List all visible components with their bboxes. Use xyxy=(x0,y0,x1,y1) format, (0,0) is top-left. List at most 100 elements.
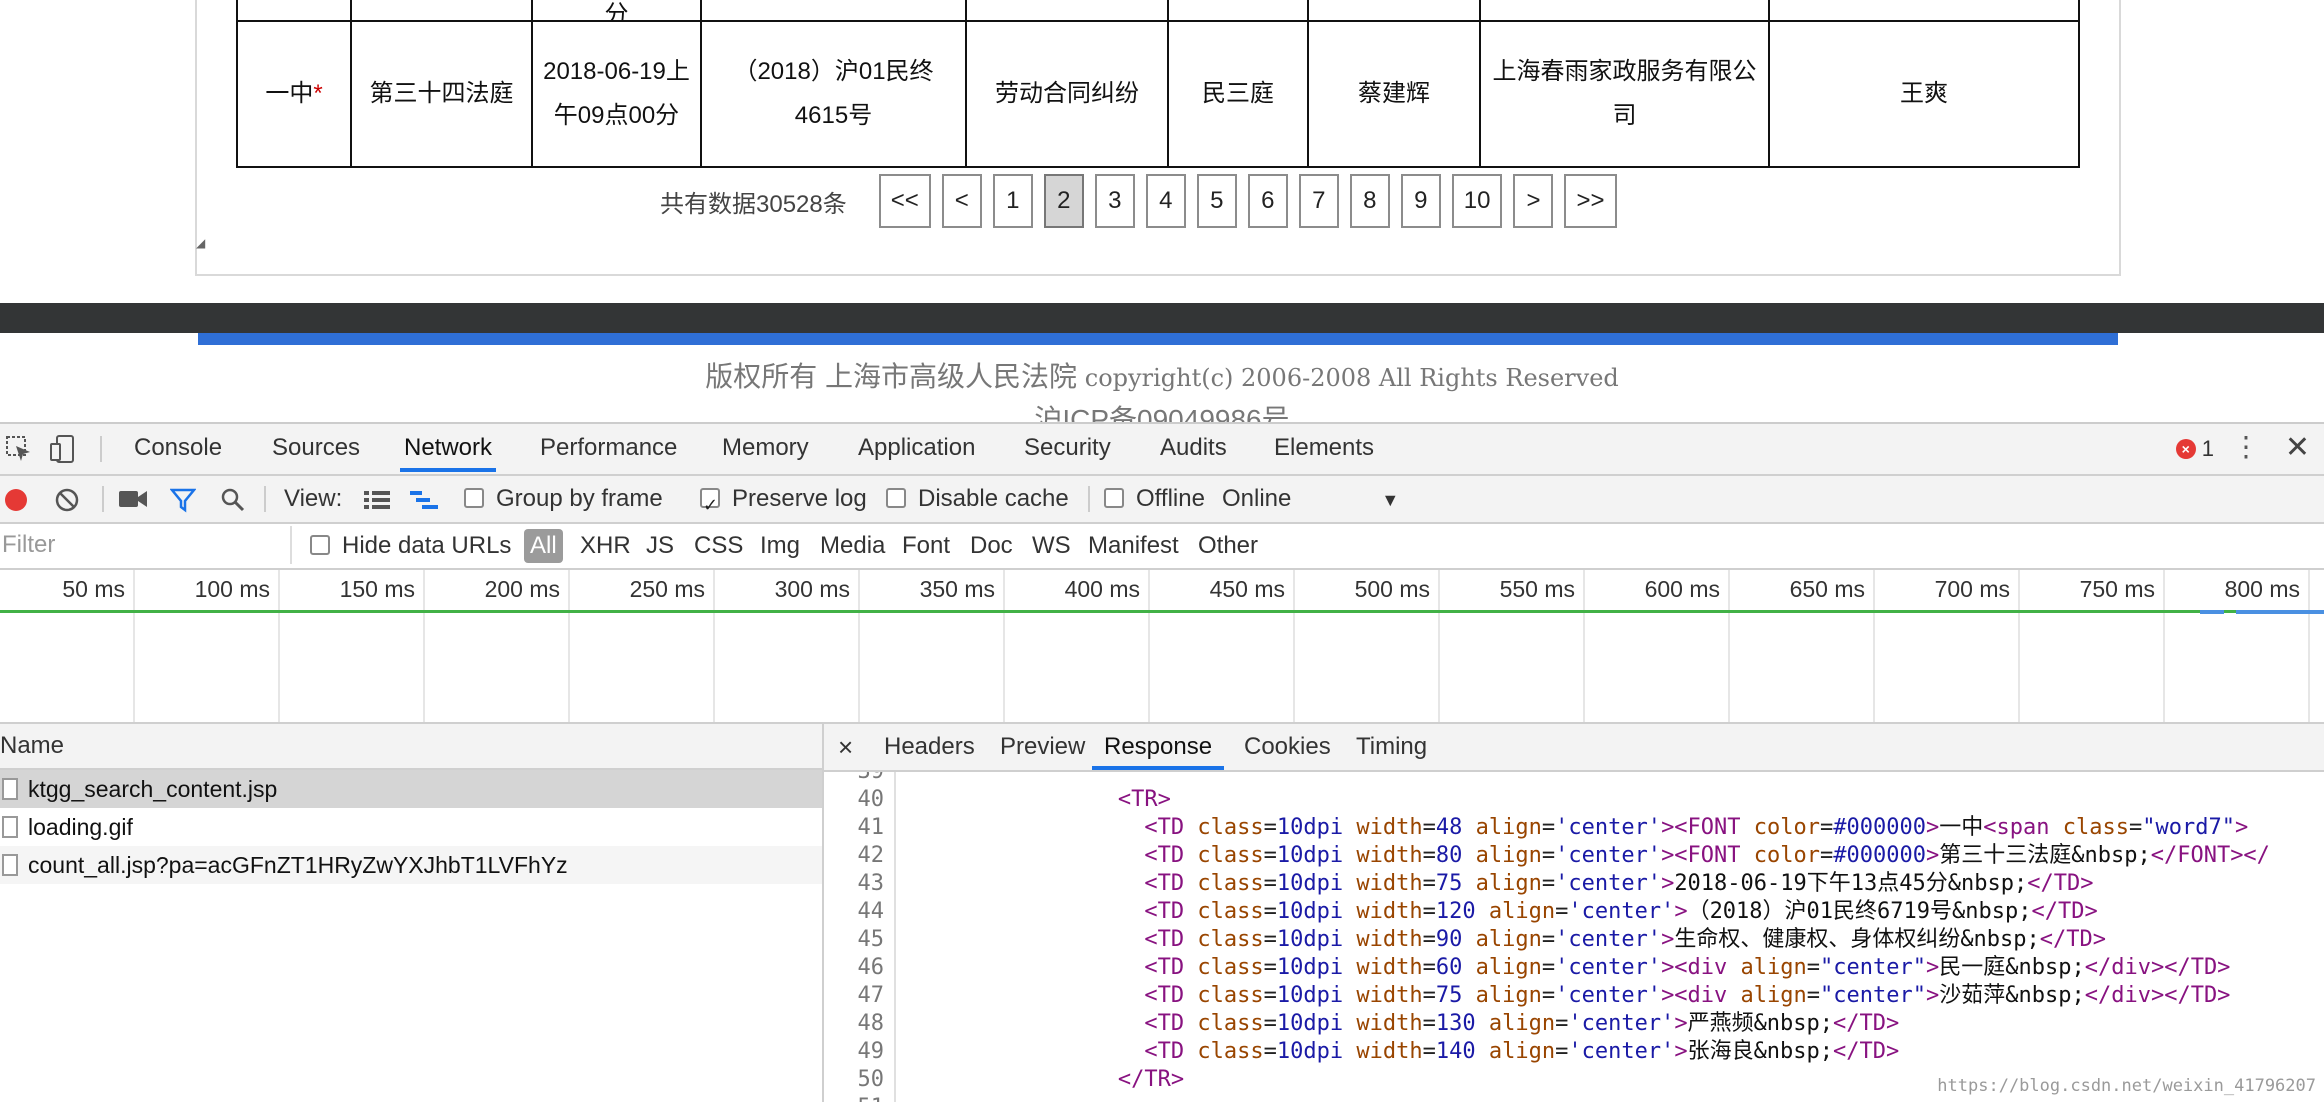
filter-type-ws[interactable]: WS xyxy=(1032,524,1071,568)
filter-type-all[interactable]: All xyxy=(524,529,563,563)
line-number: 44 xyxy=(857,899,885,924)
detail-tab-preview[interactable]: Preview xyxy=(1000,724,1085,770)
page-button[interactable]: 5 xyxy=(1196,174,1237,228)
judge-cell: 蔡建辉 xyxy=(1307,20,1481,168)
inspect-element-icon[interactable] xyxy=(4,434,34,464)
group-by-frame-label: Group by frame xyxy=(496,485,663,512)
timeline-gridline xyxy=(1583,570,1585,722)
defendant-cell: 王爽 xyxy=(1768,20,2080,168)
code-line: <TD class=10dpi width=130 align='center'… xyxy=(1144,1011,1900,1036)
line-number: 40 xyxy=(857,787,885,812)
page-button[interactable]: < xyxy=(941,174,982,228)
page-button[interactable]: 1 xyxy=(992,174,1033,228)
hide-data-urls-checkbox[interactable]: Hide data URLs xyxy=(310,524,511,568)
watermark: https://blog.csdn.net/weixin_41796207 xyxy=(1937,1076,2316,1096)
chevron-down-icon: ▼ xyxy=(1381,490,1400,510)
network-timeline[interactable]: 50 ms 100 ms 150 ms 200 ms 250 ms 300 ms 350 m… xyxy=(0,570,2324,724)
tab-audits[interactable]: Audits xyxy=(1156,424,1231,472)
line-number: 39 xyxy=(824,772,885,786)
page-button[interactable]: << xyxy=(878,174,931,228)
filter-type-other[interactable]: Other xyxy=(1198,524,1258,568)
line-number: 51 xyxy=(824,1094,885,1102)
code-line: <TD class=10dpi width=80 align='center'>… xyxy=(1144,843,2270,868)
table-cell xyxy=(1768,0,2080,22)
screenshot-camera-icon[interactable] xyxy=(118,488,148,510)
detail-tab-timing[interactable]: Timing xyxy=(1356,724,1427,770)
page-button[interactable]: 8 xyxy=(1349,174,1390,228)
page-button[interactable]: 2 xyxy=(1043,174,1084,228)
group-by-frame-checkbox[interactable]: Group by frame xyxy=(464,476,663,522)
timeline-gridline xyxy=(2163,570,2165,722)
device-toolbar-icon[interactable] xyxy=(48,434,78,464)
response-viewer[interactable]: 3940 41 42 43 44 45 46 47 48 49 50 51 <TR> <TD clas… xyxy=(824,772,2324,1102)
tab-sources[interactable]: Sources xyxy=(268,424,364,472)
more-menu-icon[interactable]: ⋮ xyxy=(2232,432,2260,462)
filter-type-js[interactable]: JS xyxy=(646,524,674,568)
page-button[interactable]: >> xyxy=(1564,174,1617,228)
detail-tab-response[interactable]: Response xyxy=(1092,724,1225,770)
record-icon[interactable] xyxy=(4,488,28,512)
close-detail-icon[interactable]: × xyxy=(838,724,853,770)
filter-input[interactable]: Filter xyxy=(0,526,292,564)
close-devtools-icon[interactable]: ✕ xyxy=(2285,430,2310,465)
room-cell: 第三十四法庭 xyxy=(350,20,533,168)
name-column-header[interactable]: Name xyxy=(0,724,822,770)
filter-type-css[interactable]: CSS xyxy=(694,524,743,568)
tab-network[interactable]: Network xyxy=(400,424,497,472)
division-cell: 民三庭 xyxy=(1167,20,1309,168)
page-button[interactable]: 10 xyxy=(1451,174,1503,228)
request-row[interactable]: loading.gif xyxy=(0,808,822,846)
line-number: 41 xyxy=(857,815,885,840)
disable-cache-checkbox[interactable]: Disable cache xyxy=(886,476,1069,522)
copyright-cn: 版权所有 上海市高级人民法院 xyxy=(705,361,1077,392)
clear-icon[interactable] xyxy=(54,487,80,513)
request-row[interactable]: ktgg_search_content.jsp xyxy=(0,770,822,808)
page-button[interactable]: > xyxy=(1513,174,1554,228)
resize-corner: ◢ xyxy=(196,236,206,250)
table-cell xyxy=(236,0,352,22)
devtools-panel: Console Sources Network Performance Memory Ap… xyxy=(0,422,2324,1102)
tab-console[interactable]: Console xyxy=(130,424,226,472)
time-cell: 2018-06-19上午09点00分 xyxy=(531,20,702,168)
throttle-value: Online xyxy=(1222,485,1292,512)
request-row[interactable]: count_all.jsp?pa=acGFnZT1HRyZwYXJhbT1LVF… xyxy=(0,846,822,884)
filter-type-manifest[interactable]: Manifest xyxy=(1088,524,1179,568)
detail-tab-headers[interactable]: Headers xyxy=(884,724,975,770)
timeline-tick-label: 50 ms xyxy=(62,576,125,602)
filter-type-doc[interactable]: Doc xyxy=(970,524,1013,568)
tab-application[interactable]: Application xyxy=(854,424,979,472)
filter-funnel-icon[interactable] xyxy=(170,487,196,513)
page-button[interactable]: 3 xyxy=(1094,174,1135,228)
page-button[interactable]: 4 xyxy=(1145,174,1186,228)
waterfall-view-icon[interactable] xyxy=(410,490,438,510)
timeline-tick-label: 400 ms xyxy=(1064,576,1140,602)
search-icon[interactable] xyxy=(220,487,246,513)
page-button[interactable]: 6 xyxy=(1247,174,1288,228)
timeline-request-bar xyxy=(2200,610,2224,614)
code-line: <TD class=10dpi width=75 align='center'>… xyxy=(1144,871,2094,896)
pagination: 共有数据30528条 << <1 2 3 4 5 6 7 8 9 10 > >> xyxy=(660,172,1628,230)
filter-type-img[interactable]: Img xyxy=(760,524,800,568)
filter-type-xhr[interactable]: XHR xyxy=(580,524,631,568)
throttle-select[interactable]: Online ▼ xyxy=(1222,476,1399,522)
tab-performance[interactable]: Performance xyxy=(536,424,681,472)
tab-security[interactable]: Security xyxy=(1020,424,1115,472)
disable-cache-label: Disable cache xyxy=(918,485,1069,512)
list-view-icon[interactable] xyxy=(364,490,390,510)
detail-tab-cookies[interactable]: Cookies xyxy=(1244,724,1331,770)
page-button[interactable]: 9 xyxy=(1400,174,1441,228)
tab-memory[interactable]: Memory xyxy=(718,424,813,472)
timeline-tick-label: 700 ms xyxy=(1934,576,2010,602)
table-row: 一中* 第三十四法庭 2018-06-19上午09点00分 （2018）沪01民… xyxy=(236,20,2080,168)
filter-type-media[interactable]: Media xyxy=(820,524,885,568)
filter-type-font[interactable]: Font xyxy=(902,524,950,568)
page-button[interactable]: 7 xyxy=(1298,174,1339,228)
timeline-tick-label: 250 ms xyxy=(629,576,705,602)
line-number: 50 xyxy=(857,1067,885,1092)
offline-checkbox[interactable]: Offline xyxy=(1104,476,1205,522)
error-counter[interactable]: × 1 xyxy=(2175,436,2214,462)
preserve-log-checkbox[interactable]: Preserve log xyxy=(700,476,867,528)
request-rows: ktgg_search_content.jsp loading.gif count_… xyxy=(0,770,822,884)
request-list: Name ktgg_search_content.jsp loading.gif c… xyxy=(0,724,824,1102)
tab-elements[interactable]: Elements xyxy=(1270,424,1378,472)
